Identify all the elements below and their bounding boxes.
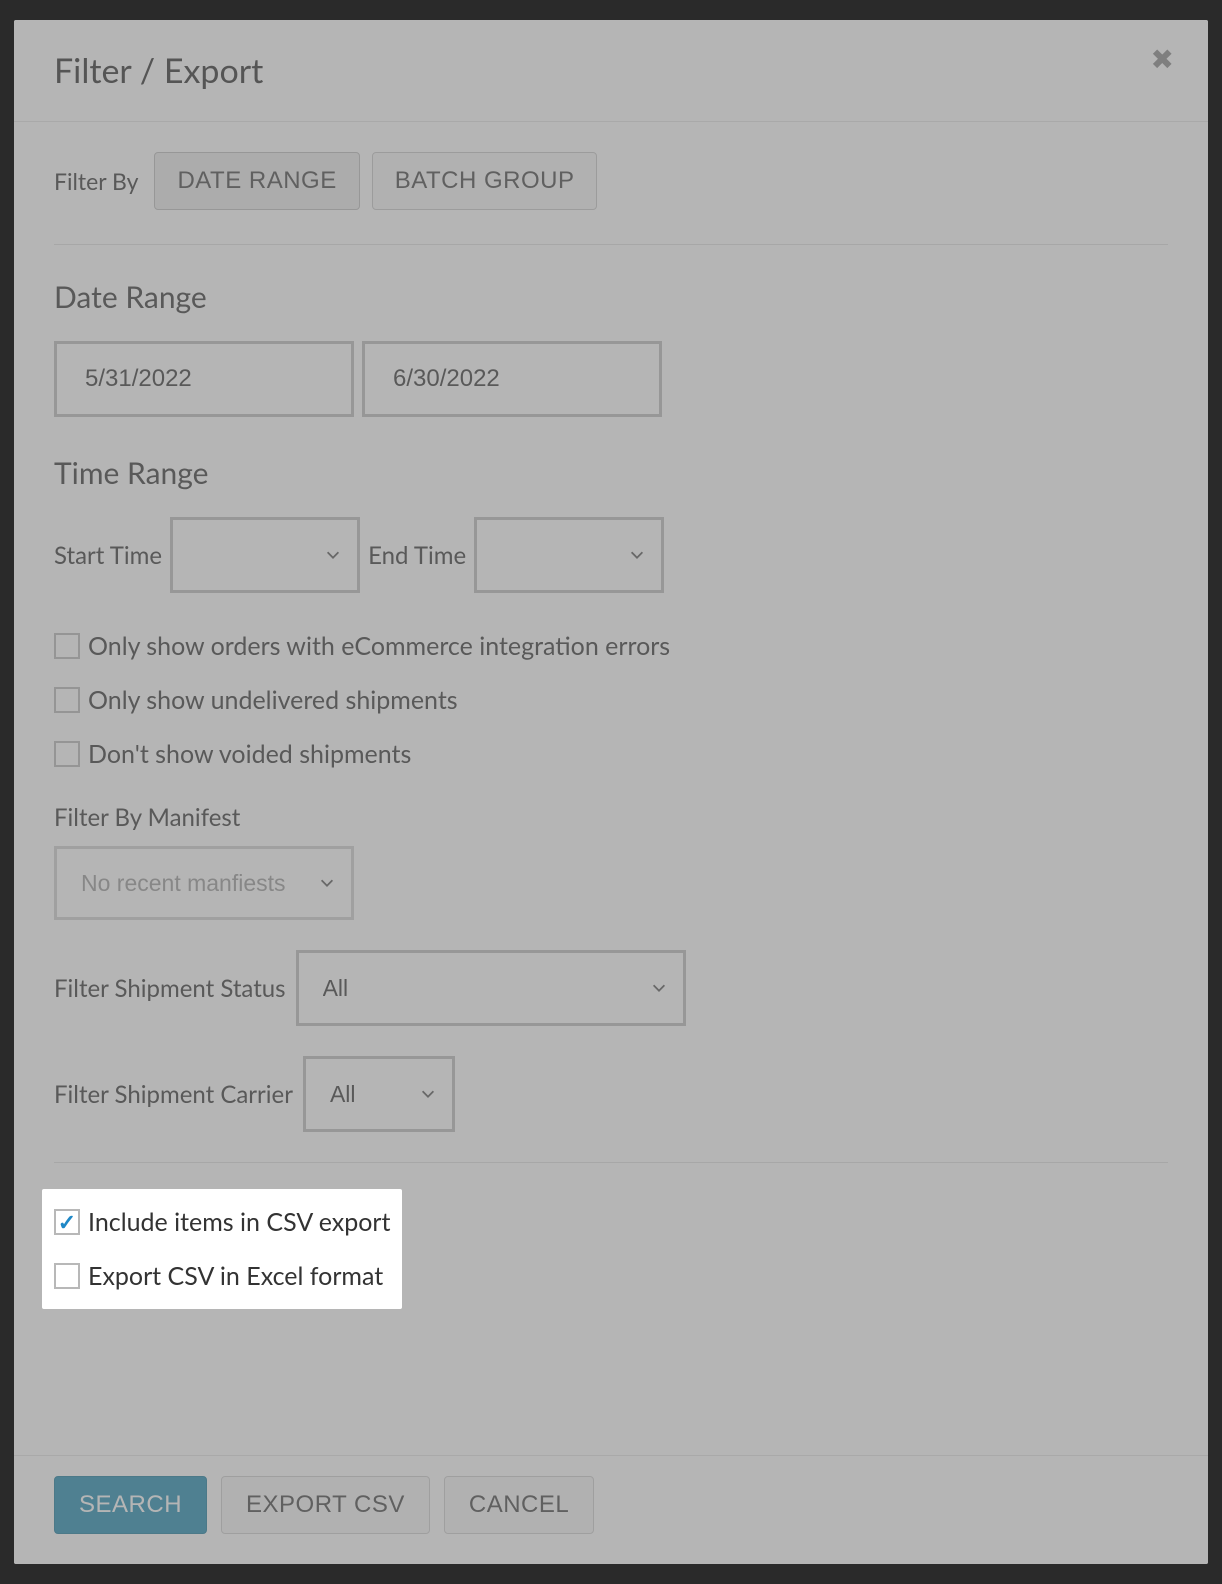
filter-by-label: Filter By xyxy=(54,167,138,195)
export-csv-button[interactable]: EXPORT CSV xyxy=(221,1476,430,1534)
checkbox-excel-format-label: Export CSV in Excel format xyxy=(88,1261,383,1291)
filter-status-select[interactable]: All xyxy=(296,950,686,1026)
date-start-input[interactable] xyxy=(54,341,354,417)
end-time-select[interactable] xyxy=(474,517,664,593)
filter-carrier-select[interactable]: All xyxy=(303,1056,455,1132)
modal-title: Filter / Export xyxy=(54,50,263,91)
filter-by-row: Filter By DATE RANGE BATCH GROUP xyxy=(54,152,1168,245)
cancel-button[interactable]: CANCEL xyxy=(444,1476,594,1534)
checkbox-ecommerce-errors[interactable] xyxy=(54,633,80,659)
checkbox-ecommerce-errors-label: Only show orders with eCommerce integrat… xyxy=(88,631,670,661)
time-range-row: Start Time End Time xyxy=(54,517,1168,593)
checkbox-ecommerce-errors-row: Only show orders with eCommerce integrat… xyxy=(54,631,1168,661)
checkbox-include-items-row: Include items in CSV export xyxy=(54,1207,390,1237)
checkbox-undelivered-row: Only show undelivered shipments xyxy=(54,685,1168,715)
checkbox-include-items[interactable] xyxy=(54,1209,80,1235)
filter-manifest-block: Filter By Manifest No recent manfiests xyxy=(54,803,1168,920)
csv-options-highlight: Include items in CSV export Export CSV i… xyxy=(42,1189,402,1309)
checkbox-voided-row: Don't show voided shipments xyxy=(54,739,1168,769)
checkbox-include-items-label: Include items in CSV export xyxy=(88,1207,390,1237)
date-range-row xyxy=(54,341,1168,417)
checkbox-voided[interactable] xyxy=(54,741,80,767)
tab-date-range[interactable]: DATE RANGE xyxy=(154,152,359,210)
date-end-input[interactable] xyxy=(362,341,662,417)
start-time-label: Start Time xyxy=(54,541,162,570)
filter-manifest-label: Filter By Manifest xyxy=(54,803,1168,832)
filter-carrier-label: Filter Shipment Carrier xyxy=(54,1080,293,1109)
start-time-select[interactable] xyxy=(170,517,360,593)
modal-body: Filter By DATE RANGE BATCH GROUP Date Ra… xyxy=(14,122,1208,1455)
search-button[interactable]: SEARCH xyxy=(54,1476,207,1534)
tab-batch-group[interactable]: BATCH GROUP xyxy=(372,152,598,210)
checkbox-excel-format[interactable] xyxy=(54,1263,80,1289)
end-time-label: End Time xyxy=(368,541,466,570)
checkbox-undelivered[interactable] xyxy=(54,687,80,713)
modal-footer: SEARCH EXPORT CSV CANCEL xyxy=(14,1455,1208,1564)
date-range-heading: Date Range xyxy=(54,279,1168,315)
close-icon[interactable]: ✖ xyxy=(1151,44,1174,72)
filter-status-label: Filter Shipment Status xyxy=(54,974,286,1003)
filter-carrier-row: Filter Shipment Carrier All xyxy=(54,1056,1168,1132)
filter-export-modal: Filter / Export ✖ Filter By DATE RANGE B… xyxy=(14,20,1208,1564)
filter-manifest-select[interactable]: No recent manfiests xyxy=(54,846,354,920)
checkbox-undelivered-label: Only show undelivered shipments xyxy=(88,685,458,715)
modal-header: Filter / Export ✖ xyxy=(14,20,1208,122)
checkbox-excel-format-row: Export CSV in Excel format xyxy=(54,1261,390,1291)
checkbox-voided-label: Don't show voided shipments xyxy=(88,739,411,769)
filter-status-row: Filter Shipment Status All xyxy=(54,950,1168,1026)
time-range-heading: Time Range xyxy=(54,455,1168,491)
section-divider xyxy=(54,1162,1168,1163)
